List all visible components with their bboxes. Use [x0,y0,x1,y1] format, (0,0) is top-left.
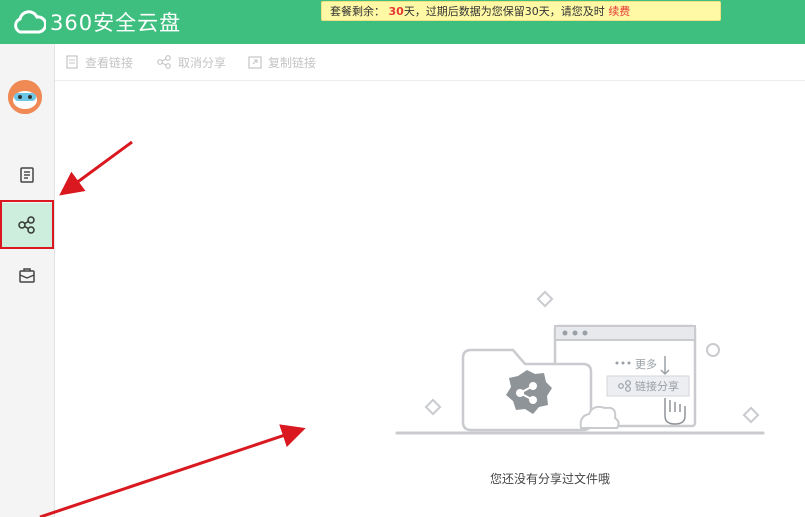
unshare-icon [157,55,171,69]
arrow-to-share-tab [59,140,133,196]
document-icon [66,55,78,69]
top-bar: 360安全云盘 套餐剩余： 30天，过期后数据为您保留30天，请您及时 续费 [0,0,805,44]
file-list-icon [20,167,34,183]
copy-link-icon [248,56,262,69]
cancel-share-label: 取消分享 [178,55,227,70]
view-link-button[interactable]: 查看链接 [65,44,133,80]
cancel-share-button[interactable]: 取消分享 [156,44,226,80]
notice-prefix: 套餐剩余： [330,5,385,18]
cloud-logo-icon [14,10,46,34]
toolbox-icon [19,268,35,283]
notice-days-unit: 天 [403,5,415,18]
app-title: 360安全云盘 [50,11,182,35]
subscription-notice: 套餐剩余： 30天，过期后数据为您保留30天，请您及时 续费 [321,1,721,21]
copy-link-label: 复制链接 [268,55,317,70]
illus-more-label: 更多 [635,357,657,371]
arrow-to-empty-area [39,424,306,517]
sidebar-item-toolbox[interactable] [0,253,54,297]
copy-link-button[interactable]: 复制链接 [248,44,316,80]
app-logo[interactable]: 360安全云盘 [12,6,181,38]
empty-share-illustration: 更多 链接分享 [395,290,765,435]
avatar[interactable] [8,80,42,114]
avatar-face-icon [8,80,42,114]
illus-share-link-label: 链接分享 [635,379,679,393]
sidebar-item-files[interactable] [0,153,54,197]
notice-days: 30 [388,5,404,18]
notice-message: ，过期后数据为您保留30天，请您及时 [414,5,605,18]
toolbar: 查看链接 取消分享 复制链接 [55,44,805,81]
view-link-label: 查看链接 [85,55,134,70]
empty-state-message: 您还没有分享过文件哦 [489,472,610,486]
annotation-highlight-box [0,200,54,249]
renew-link[interactable]: 续费 [608,5,630,18]
